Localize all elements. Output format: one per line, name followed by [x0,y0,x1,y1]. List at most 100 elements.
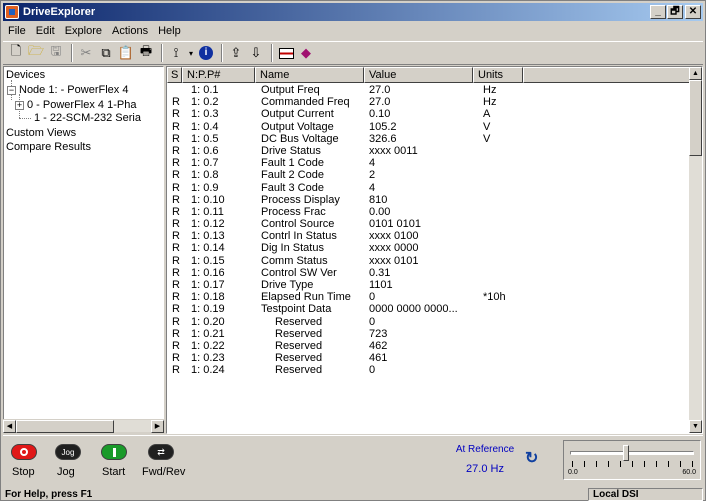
toolbar-separator [161,44,163,62]
monitor-icon[interactable] [277,44,295,62]
table-row[interactable]: R 1: 0.22 Reserved 462 [167,340,690,352]
save-icon[interactable]: 🖫 [47,43,65,62]
refresh-icon[interactable]: ↻ [525,448,538,468]
close-button[interactable]: ✕ [685,5,701,19]
column-header-status[interactable]: S [167,67,182,83]
table-row[interactable]: R 1: 0.6 Drive Status xxxx 0011 [167,145,690,157]
cut-icon[interactable]: ✂ [77,44,95,62]
menu-edit[interactable]: Edit [31,25,60,37]
collapse-icon[interactable]: − [7,86,16,95]
stop-button[interactable] [11,444,37,460]
stop-label: Stop [12,466,35,478]
slider-max-label: 60.0 [682,469,696,476]
speed-slider[interactable]: 0.0 60.0 [563,440,701,480]
start-button[interactable] [101,444,127,460]
minimize-button[interactable]: _ [650,5,666,19]
slider-tick [656,461,657,467]
scroll-right-icon[interactable]: ▶ [151,420,164,433]
tree-item-compare-results[interactable]: Compare Results [6,141,91,153]
open-icon[interactable]: 🗁 [27,43,45,62]
table-row[interactable]: R 1: 0.10 Process Display 810 [167,194,690,206]
reference-frequency: 27.0 Hz [466,463,504,475]
param-cell: 1: 0.20 [191,315,225,328]
print-icon[interactable]: 🖶 [137,43,155,62]
table-row[interactable]: R 1: 0.23 Reserved 461 [167,352,690,364]
status-bar: For Help, press F1 Local DSI [3,488,703,501]
menu-file[interactable]: File [3,25,31,37]
tree-item-label: Node 1: - PowerFlex 4 [19,84,129,96]
dropdown-arrow-icon[interactable]: ▾ [187,44,195,62]
table-row[interactable]: R 1: 0.20 Reserved 0 [167,316,690,328]
param-cell: 1: 0.8 [191,169,219,182]
fwdrev-button[interactable]: ⇄ [148,444,174,460]
table-row[interactable]: R 1: 0.18 Elapsed Run Time 0 *10h [167,291,690,303]
table-row[interactable]: R 1: 0.4 Output Voltage 105.2 V [167,121,690,133]
menu-explore[interactable]: Explore [60,25,107,37]
tree-item-node1-1[interactable]: 1 - 22-SCM-232 Seria [34,112,141,124]
upload-icon[interactable]: ⇪ [227,44,245,62]
table-row[interactable]: R 1: 0.24 Reserved 0 [167,364,690,376]
table-row[interactable]: R 1: 0.2 Commanded Freq 27.0 Hz [167,96,690,108]
name-cell: Output Current [261,108,334,121]
jog-button[interactable]: Jog [55,444,81,460]
tree-horizontal-scrollbar[interactable]: ◀ ▶ [3,419,164,433]
maximize-button[interactable]: 🗗 [667,5,683,19]
value-cell: 461 [369,352,388,365]
tree-item-node1[interactable]: − Node 1: - PowerFlex 4 [7,84,128,96]
title-bar[interactable]: DriveExplorer _ 🗗 ✕ [3,3,703,21]
table-row[interactable]: R 1: 0.15 Comm Status xxxx 0101 [167,255,690,267]
value-cell: 27.0 [369,96,391,109]
scroll-thumb[interactable] [689,80,702,156]
help-book-icon[interactable]: ◆ [297,44,315,62]
units-cell [473,255,523,267]
value-cell: 0101 0101 [369,218,421,231]
column-header-param[interactable]: N:P.P# [182,67,255,83]
status-cell [167,84,182,96]
tree-item-node1-0[interactable]: +0 - PowerFlex 4 1-Pha [15,99,136,111]
scroll-up-icon[interactable]: ▲ [689,67,702,80]
units-cell: A [483,108,491,121]
table-row[interactable]: R 1: 0.3 Output Current 0.10 A [167,108,690,120]
column-header-value[interactable]: Value [364,67,473,83]
table-row[interactable]: R 1: 0.21 Reserved 723 [167,328,690,340]
units-cell [473,352,523,364]
table-row[interactable]: R 1: 0.17 Drive Type 1101 [167,279,690,291]
scroll-down-icon[interactable]: ▼ [689,420,702,433]
name-cell: Drive Type [261,279,314,291]
column-header-name[interactable]: Name [255,67,364,83]
connect-icon[interactable]: ⟟ [167,44,185,62]
table-row[interactable]: R 1: 0.19 Testpoint Data 0000 0000 0000... [167,303,690,315]
value-cell: xxxx 0000 [369,242,419,255]
slider-tick [584,461,585,467]
app-icon [5,5,19,19]
copy-icon[interactable]: ⧉ [97,44,115,62]
expand-icon[interactable]: + [15,101,24,110]
slider-knob[interactable] [622,445,629,461]
table-row[interactable]: R 1: 0.8 Fault 2 Code 2 [167,169,690,181]
status-cell: R [172,230,180,243]
menu-actions[interactable]: Actions [107,25,153,37]
tree-item-custom-views[interactable]: Custom Views [6,127,76,139]
scroll-left-icon[interactable]: ◀ [3,420,16,433]
table-row[interactable]: R 1: 0.16 Control SW Ver 0.31 [167,267,690,279]
name-cell: Output Freq [261,84,320,96]
table-row[interactable]: R 1: 0.5 DC Bus Voltage 326.6 V [167,133,690,145]
table-row[interactable]: 1: 0.1 Output Freq 27.0 Hz [167,84,690,96]
name-cell: Reserved [275,352,323,365]
table-row[interactable]: R 1: 0.9 Fault 3 Code 4 [167,182,690,194]
list-vertical-scrollbar[interactable]: ▲ ▼ [689,67,702,433]
download-icon[interactable]: ⇩ [247,44,265,62]
paste-icon[interactable]: 📋 [117,44,135,62]
new-icon[interactable]: 🗋 [7,43,25,62]
column-header-units[interactable]: Units [473,67,523,83]
menu-help[interactable]: Help [153,25,186,37]
status-cell: R [172,181,180,194]
table-row[interactable]: R 1: 0.13 Contrl In Status xxxx 0100 [167,230,690,242]
table-row[interactable]: R 1: 0.14 Dig In Status xxxx 0000 [167,242,690,254]
scroll-thumb[interactable] [16,420,114,433]
table-row[interactable]: R 1: 0.7 Fault 1 Code 4 [167,157,690,169]
info-icon[interactable]: i [197,44,215,62]
table-row[interactable]: R 1: 0.11 Process Frac 0.00 [167,206,690,218]
units-cell [473,145,523,157]
table-row[interactable]: R 1: 0.12 Control Source 0101 0101 [167,218,690,230]
